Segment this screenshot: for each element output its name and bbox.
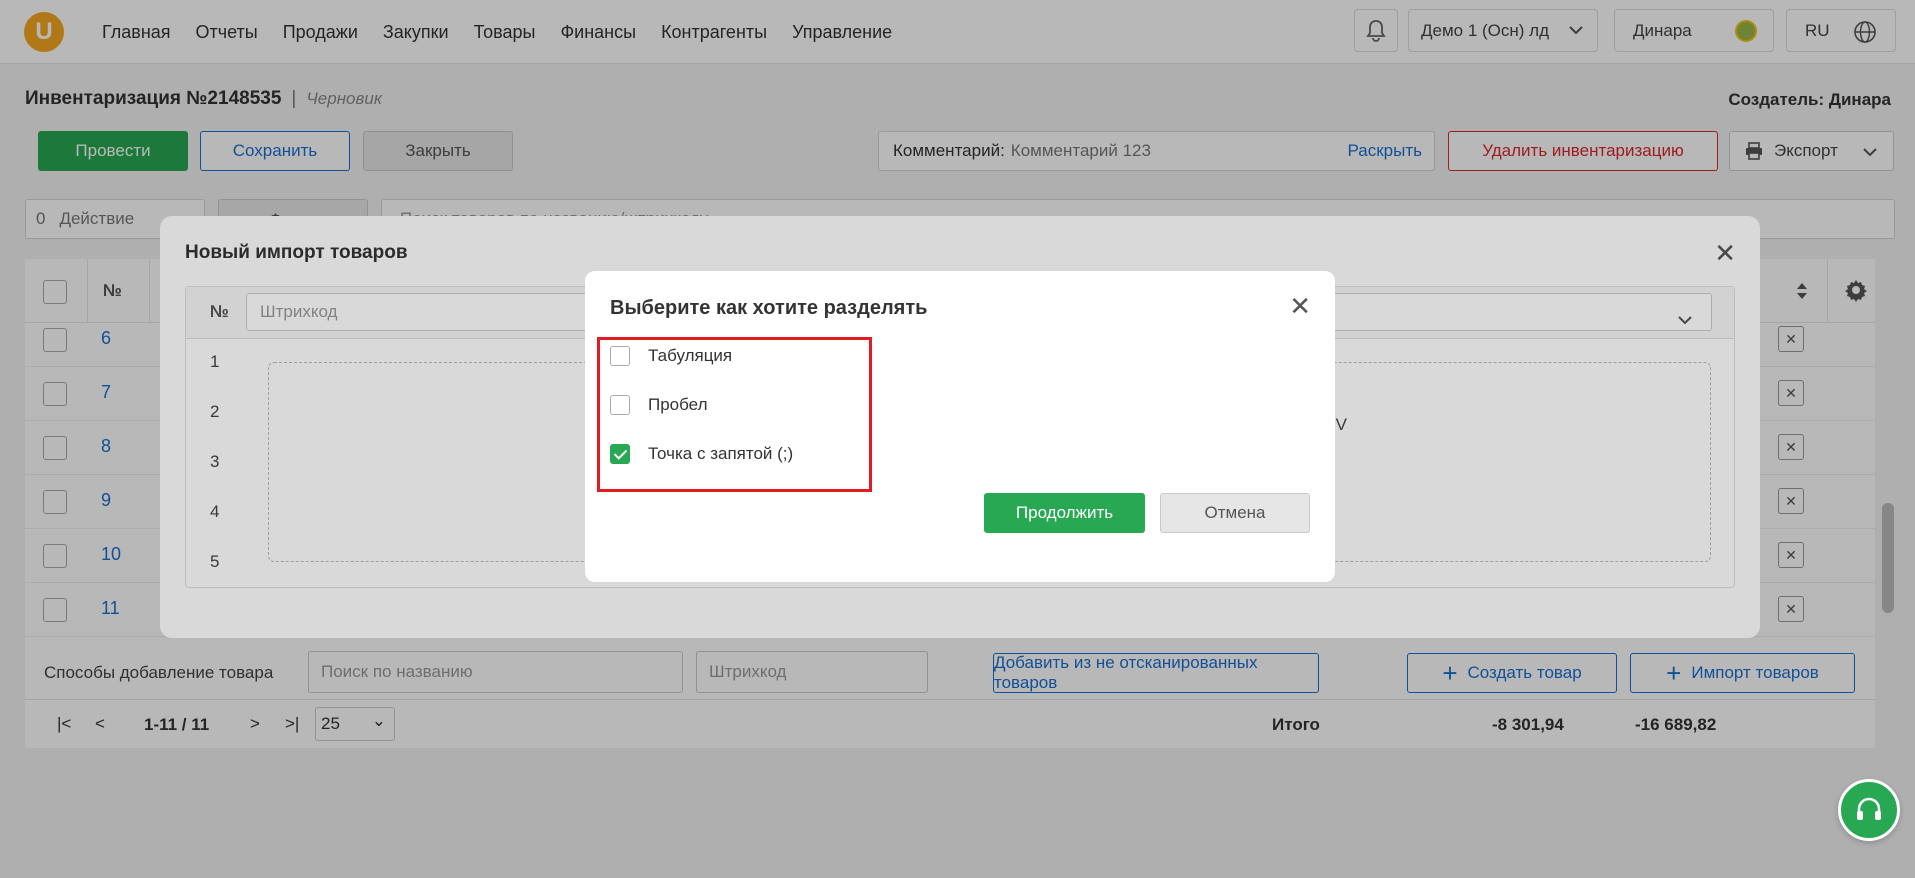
highlight-box bbox=[597, 337, 872, 492]
support-chat-button[interactable] bbox=[1838, 779, 1900, 841]
cancel-button[interactable]: Отмена bbox=[1160, 493, 1310, 533]
separator-choice-modal: Выберите как хотите разделять ✕ Табуляци… bbox=[585, 271, 1335, 582]
separator-modal-title: Выберите как хотите разделять bbox=[610, 297, 928, 319]
continue-button[interactable]: Продолжить bbox=[984, 493, 1145, 533]
headset-icon bbox=[1857, 797, 1881, 820]
close-icon[interactable]: ✕ bbox=[1289, 291, 1311, 322]
